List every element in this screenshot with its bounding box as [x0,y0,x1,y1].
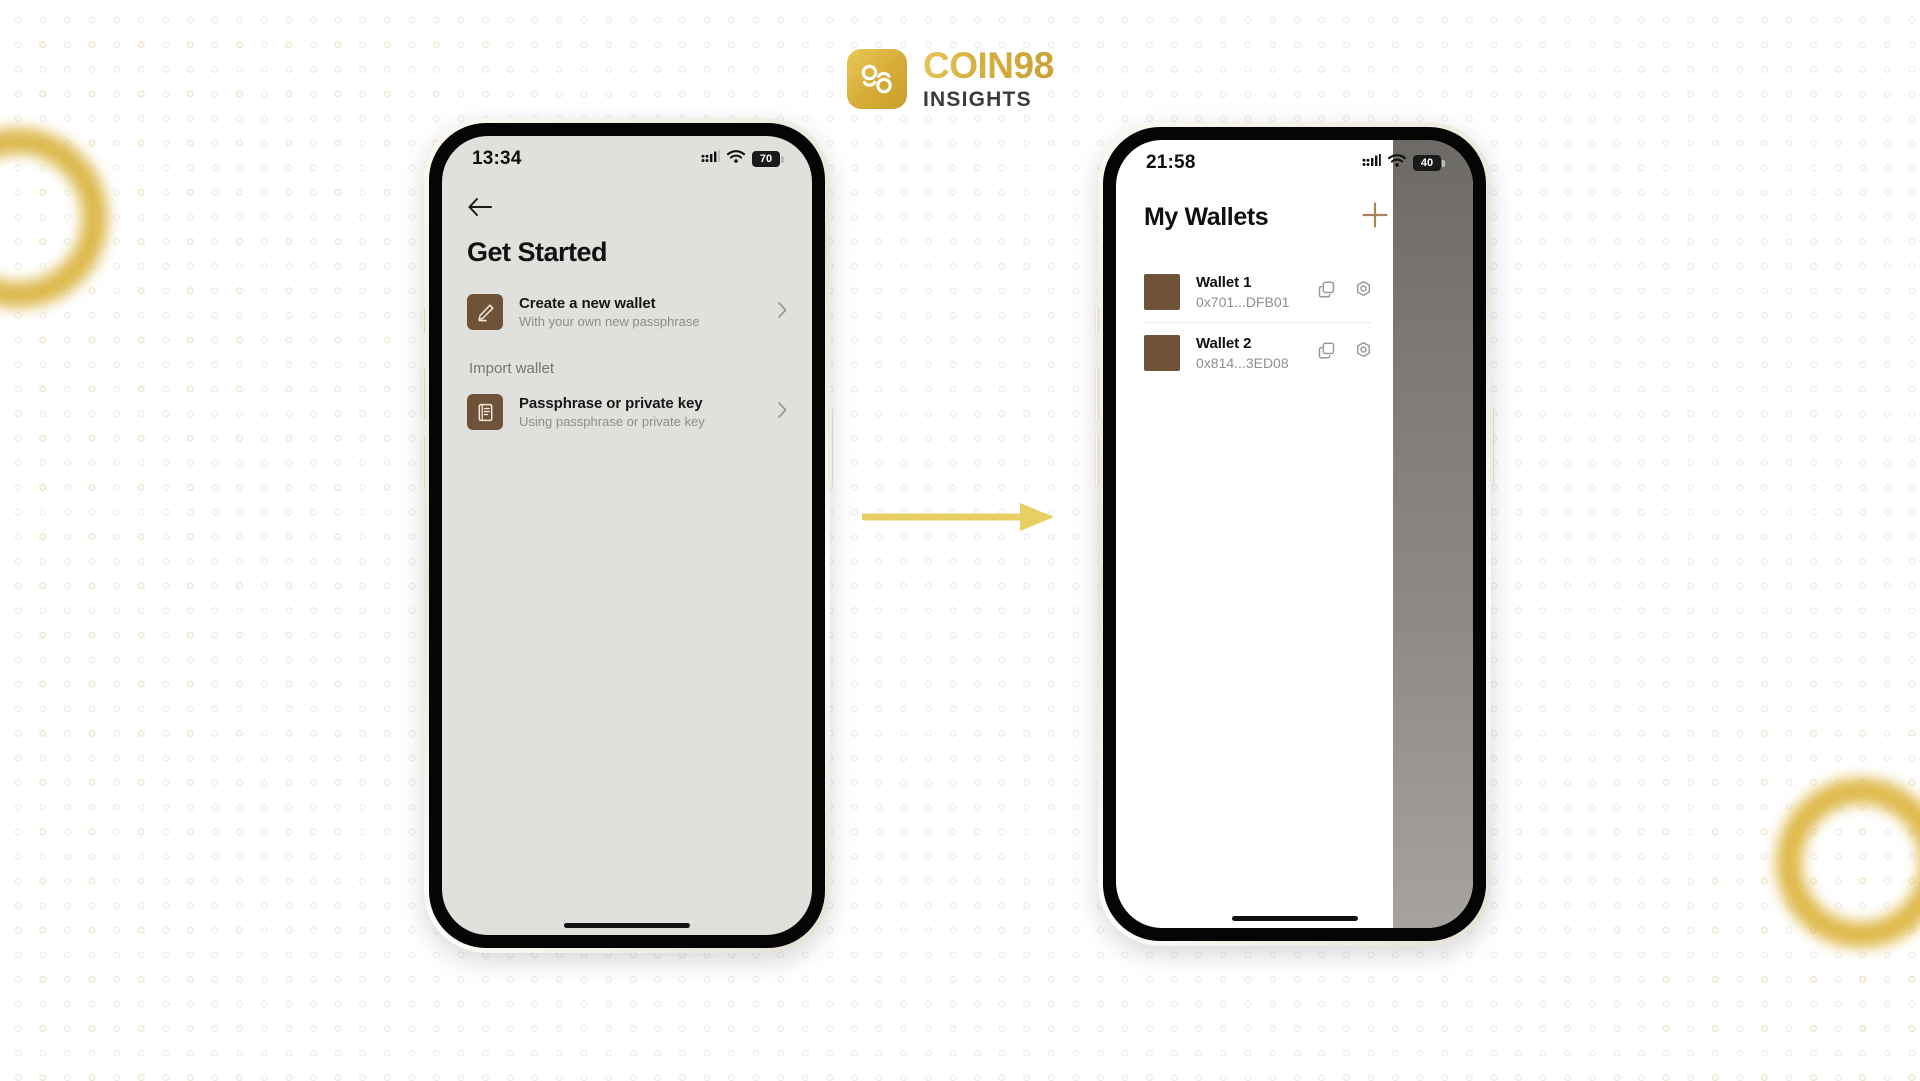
volume-down-button[interactable] [421,436,425,488]
battery-icon: 70 [752,151,784,167]
right-arrow-icon [860,500,1058,539]
back-button[interactable] [467,187,788,231]
passphrase-or-private-key-option[interactable]: Passphrase or private key Using passphra… [467,390,788,434]
phone-screen-my-wallets: 21:58 40 My Wallets Wallet 1 0x701...DFB… [1116,140,1473,928]
pencil-edit-icon [467,294,503,330]
chevron-right-icon [777,301,788,324]
status-clock: 21:58 [1146,152,1196,173]
status-bar: 21:58 40 [1116,140,1473,182]
volume-up-button[interactable] [421,368,425,420]
background-dot-pattern-gold-right [0,0,1920,1081]
cellular-signal-icon [701,150,720,168]
create-new-wallet-option[interactable]: Create a new wallet With your own new pa… [467,290,788,334]
battery-cap [781,155,784,163]
mute-switch[interactable] [1095,308,1099,334]
brand-subtitle: INSIGHTS [923,88,1032,111]
phone-bezel: 13:34 70 Get Started Create a new wallet… [429,123,825,948]
home-indicator[interactable] [564,923,690,928]
wifi-icon [726,150,746,168]
battery-icon: 40 [1413,155,1445,171]
brand-title: COIN98 [923,45,1054,86]
coin98-logo-icon [847,48,907,109]
phone-screen-get-started: 13:34 70 Get Started Create a new wallet… [442,136,812,935]
wallet-name: Wallet 2 [1196,335,1252,352]
option-title: Create a new wallet [519,295,656,312]
document-list-icon [467,394,503,430]
cellular-signal-icon [1362,154,1381,172]
home-indicator[interactable] [1231,916,1358,921]
wallet-address: 0x814...3ED08 [1196,355,1289,371]
page-title: My Wallets [1144,202,1269,231]
option-subtitle: Using passphrase or private key [519,414,705,429]
gear-icon[interactable] [1354,341,1373,365]
phone-mockup-my-wallets: 21:58 40 My Wallets Wallet 1 0x701...DFB… [1095,122,1494,946]
status-bar: 13:34 70 [442,136,812,178]
chevron-right-icon [777,401,788,424]
page-title: Get Started [467,237,608,267]
phone-mockup-get-started: 13:34 70 Get Started Create a new wallet… [421,118,833,953]
gear-icon[interactable] [1354,280,1373,304]
option-title: Passphrase or private key [519,395,703,412]
wifi-icon [1387,154,1407,172]
power-button[interactable] [829,408,833,486]
wallet-address: 0x701...DFB01 [1196,294,1290,310]
copy-icon[interactable] [1317,280,1336,304]
wallet-avatar-icon [1144,274,1180,310]
power-button[interactable] [1490,406,1494,484]
back-arrow-icon [467,197,493,222]
copy-icon[interactable] [1317,341,1336,365]
plus-icon [1361,201,1389,233]
phone-bezel: 21:58 40 My Wallets Wallet 1 0x701...DFB… [1103,127,1486,941]
mute-switch[interactable] [421,308,425,334]
wallet-name: Wallet 1 [1196,274,1252,291]
status-clock: 13:34 [472,148,522,169]
volume-down-button[interactable] [1095,434,1099,486]
battery-level: 40 [1413,155,1441,171]
battery-cap [1442,159,1445,167]
battery-level: 70 [752,151,780,167]
volume-up-button[interactable] [1095,368,1099,420]
import-wallet-section-label: Import wallet [469,360,555,377]
brand-logo: COIN98 INSIGHTS [847,47,1054,110]
option-subtitle: With your own new passphrase [519,314,700,329]
wallet-avatar-icon [1144,335,1180,371]
drawer-overlay-shade [1393,140,1473,928]
